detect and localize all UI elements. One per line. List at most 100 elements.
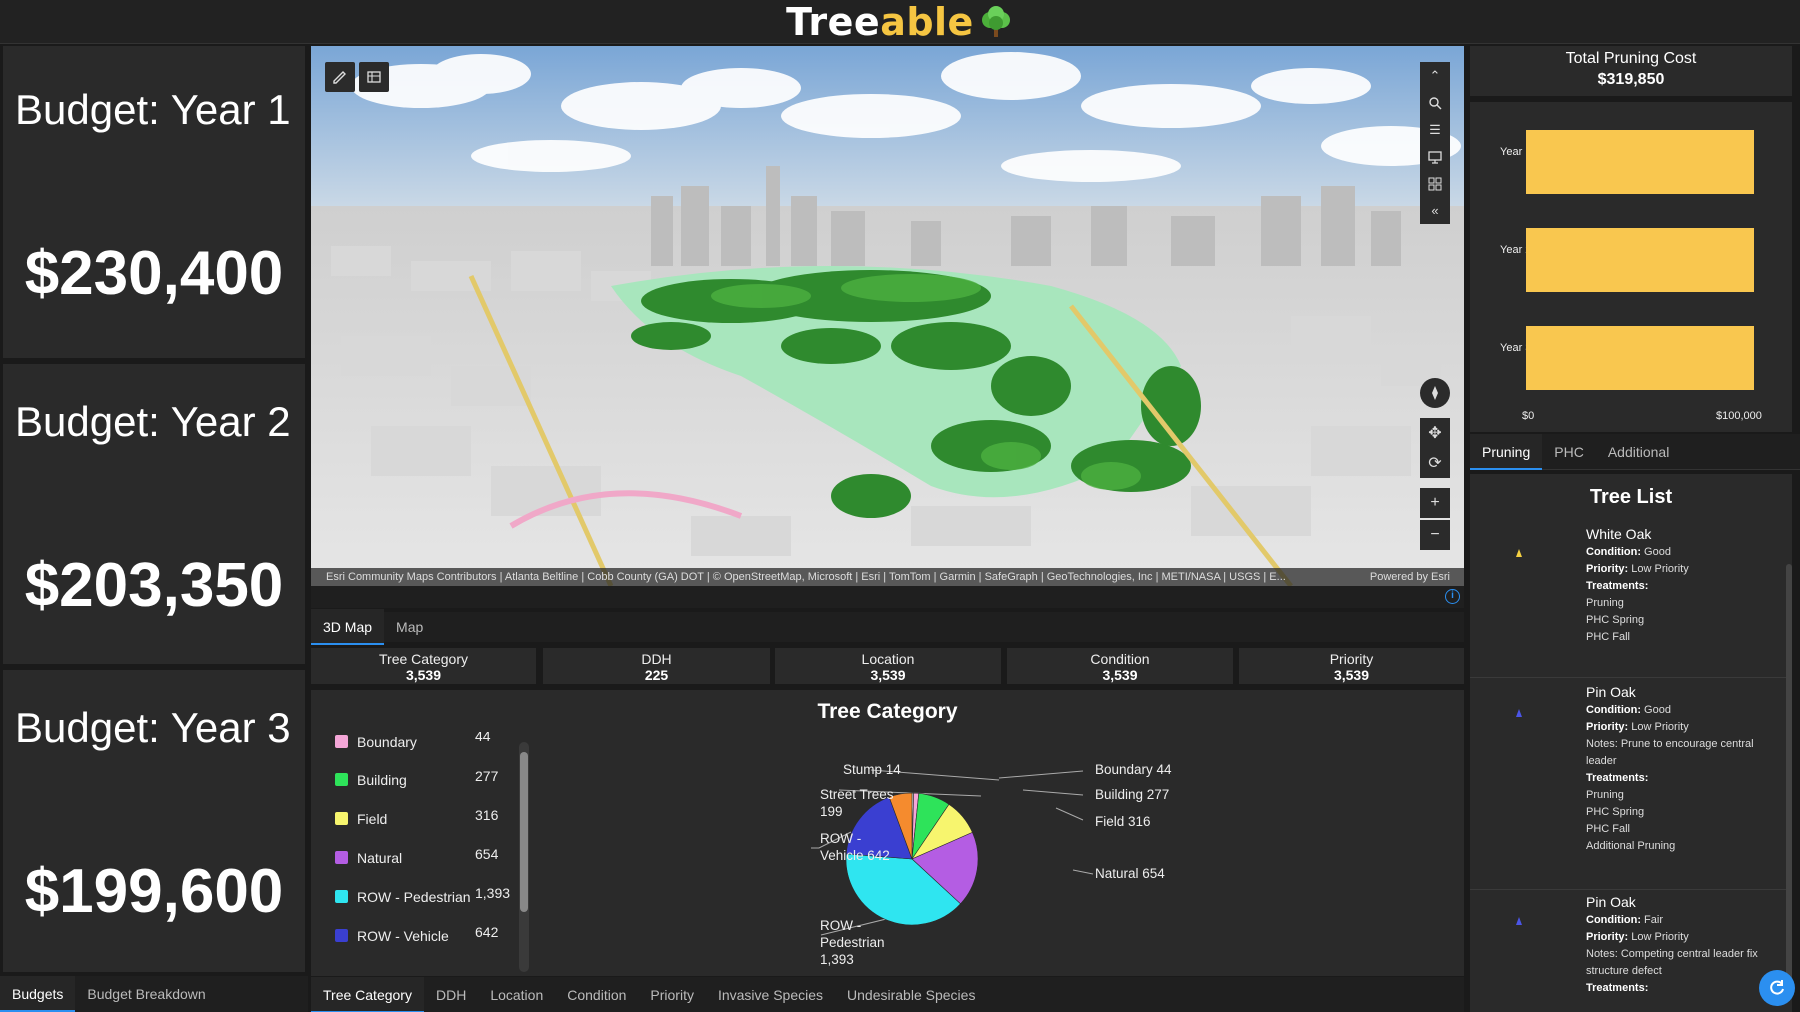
tree-notes: structure defect <box>1586 965 1662 977</box>
left-tab-bar: Budgets Budget Breakdown <box>0 976 308 1012</box>
search-button[interactable] <box>1420 89 1450 116</box>
rotate-button[interactable]: ⟳ <box>1420 448 1450 478</box>
refresh-button[interactable] <box>1759 970 1795 1006</box>
indicator-label: Tree Category <box>379 651 468 667</box>
list-item[interactable]: Pin Oak Condition: Good Priority: Low Pr… <box>1470 678 1792 890</box>
pie-label-line: ROW - <box>820 831 862 846</box>
grid-button[interactable] <box>1420 170 1450 197</box>
indicator-tree-category: Tree Category 3,539 <box>311 648 536 684</box>
tree-notes: leader <box>1586 755 1617 767</box>
tree-condition: Condition: Good <box>1586 704 1671 716</box>
budget-value: $203,350 <box>24 551 284 620</box>
pruning-column: Total Pruning Cost $319,850 Year 1 Year … <box>1470 46 1800 1012</box>
bar-year-2 <box>1526 228 1754 292</box>
tab-tree-category[interactable]: Tree Category <box>311 976 424 1012</box>
tab-priority[interactable]: Priority <box>638 977 706 1012</box>
indicator-label: Location <box>861 651 915 667</box>
indicator-label: Condition <box>1090 651 1150 667</box>
zoom-out-button[interactable]: − <box>1420 520 1450 550</box>
search-icon <box>1429 96 1442 109</box>
budget-card-year-3: Budget: Year 3 $199,600 <box>3 670 305 972</box>
pie-label-stump: Stump 14 <box>843 762 901 777</box>
cost-title: Total Pruning Cost <box>1565 50 1697 67</box>
map-info-bar: i <box>311 586 1464 608</box>
bar-year-1 <box>1526 130 1754 194</box>
tab-phc[interactable]: PHC <box>1542 434 1596 470</box>
zoom-in-button[interactable]: + <box>1420 488 1450 518</box>
budget-title: Budget: Year 3 <box>15 704 291 751</box>
bar-year-3 <box>1526 326 1754 390</box>
collapse-left-button[interactable]: « <box>1420 197 1450 224</box>
tab-3d-map[interactable]: 3D Map <box>311 609 385 645</box>
tab-location[interactable]: Location <box>478 977 555 1012</box>
map-widget-rail: ⌃ ☰ « <box>1420 62 1450 224</box>
indicator-value: 225 <box>644 667 669 683</box>
tab-undesirable-species[interactable]: Undesirable Species <box>835 977 987 1012</box>
budget-card-year-1: Budget: Year 1 $230,400 <box>3 46 305 358</box>
sketch-tool-button[interactable] <box>359 62 389 92</box>
list-item[interactable]: White Oak Condition: Good Priority: Low … <box>1470 522 1792 678</box>
edit-tool-button[interactable] <box>325 62 355 92</box>
indicator-location: Location 3,539 <box>775 648 1001 684</box>
axis-min-label: $0 <box>1522 410 1535 422</box>
pie-label-building: Building 277 <box>1095 787 1170 802</box>
tree-treatments-label: Treatments: <box>1586 982 1649 994</box>
tree-marker-icon <box>1516 549 1522 557</box>
tab-budgets[interactable]: Budgets <box>0 976 76 1012</box>
indicator-condition: Condition 3,539 <box>1007 648 1233 684</box>
list-item[interactable]: Pin Oak Condition: Fair Priority: Low Pr… <box>1470 890 1792 1012</box>
pie-label-field: Field 316 <box>1095 814 1151 829</box>
pie-label-line: 1,393 <box>820 952 854 967</box>
tree-list-scrollbar[interactable] <box>1786 564 1792 984</box>
tab-budget-breakdown[interactable]: Budget Breakdown <box>75 976 217 1012</box>
compass-button[interactable] <box>1420 378 1450 408</box>
pie-label-street-trees: Street Trees 199 <box>820 786 894 820</box>
powered-by-link[interactable]: Powered by Esri <box>1370 568 1450 586</box>
tree-category-panel: Tree Category Boundary Building Field Na… <box>311 690 1464 976</box>
tab-pruning[interactable]: Pruning <box>1470 433 1543 470</box>
tree-icon <box>981 5 1010 37</box>
city-scene <box>311 46 1464 586</box>
tab-map[interactable]: Map <box>384 609 435 645</box>
indicator-value: 3,539 <box>870 667 906 683</box>
axis-max-label: $100,000 <box>1716 410 1762 422</box>
category-tab-bar: Tree Category DDH Location Condition Pri… <box>311 976 1464 1012</box>
budget-column: Budget: Year 1 $230,400 Budget: Year 2 $… <box>0 44 308 1012</box>
scene-map-view[interactable]: ⌃ ☰ « ✥ ⟳ + − Esri Community Maps Contri… <box>311 46 1464 586</box>
tab-additional[interactable]: Additional <box>1596 434 1682 470</box>
basemap-icon <box>1428 150 1442 164</box>
list-icon: ☰ <box>1429 121 1441 137</box>
tree-treatments-label: Treatments: <box>1586 580 1649 592</box>
tree-condition: Condition: Fair <box>1586 914 1663 926</box>
tab-invasive-species[interactable]: Invasive Species <box>706 977 835 1012</box>
pie-label-boundary: Boundary 44 <box>1095 762 1172 777</box>
budget-value: $230,400 <box>24 239 284 308</box>
indicator-ddh: DDH 225 <box>543 648 770 684</box>
indicator-label: DDH <box>641 651 672 667</box>
logo-text-tree: Tree <box>786 0 881 44</box>
tree-marker-icon <box>1516 709 1522 717</box>
edit-icon <box>333 71 346 84</box>
pan-icon: ✥ <box>1428 425 1442 442</box>
basemap-button[interactable] <box>1420 143 1450 170</box>
tree-name: Pin Oak <box>1586 894 1636 910</box>
collapse-up-icon: ⌃ <box>1429 67 1441 83</box>
budget-value: $199,600 <box>24 857 284 926</box>
sketch-icon <box>367 71 381 83</box>
tree-condition: Condition: Good <box>1586 546 1671 558</box>
pan-button[interactable]: ✥ <box>1420 418 1450 448</box>
pie-label-row-pedestrian: ROW - Pedestrian 1,393 <box>820 917 885 968</box>
pie-label-line: Vehicle 642 <box>820 848 890 863</box>
tree-treatment: Pruning <box>1586 597 1624 609</box>
attribution-text: Esri Community Maps Contributors | Atlan… <box>326 571 1286 583</box>
tab-condition[interactable]: Condition <box>555 977 638 1012</box>
collapse-up-button[interactable]: ⌃ <box>1420 62 1450 89</box>
total-pruning-cost: Total Pruning Cost $319,850 <box>1470 46 1792 96</box>
pie-label-row-vehicle: ROW - Vehicle 642 <box>820 830 890 864</box>
layer-list-button[interactable]: ☰ <box>1420 116 1450 143</box>
info-icon[interactable]: i <box>1445 589 1460 604</box>
logo-text-able: able <box>880 0 974 44</box>
tab-ddh[interactable]: DDH <box>424 977 478 1012</box>
zoom-out-icon: − <box>1430 526 1440 543</box>
tree-name: White Oak <box>1586 526 1652 542</box>
